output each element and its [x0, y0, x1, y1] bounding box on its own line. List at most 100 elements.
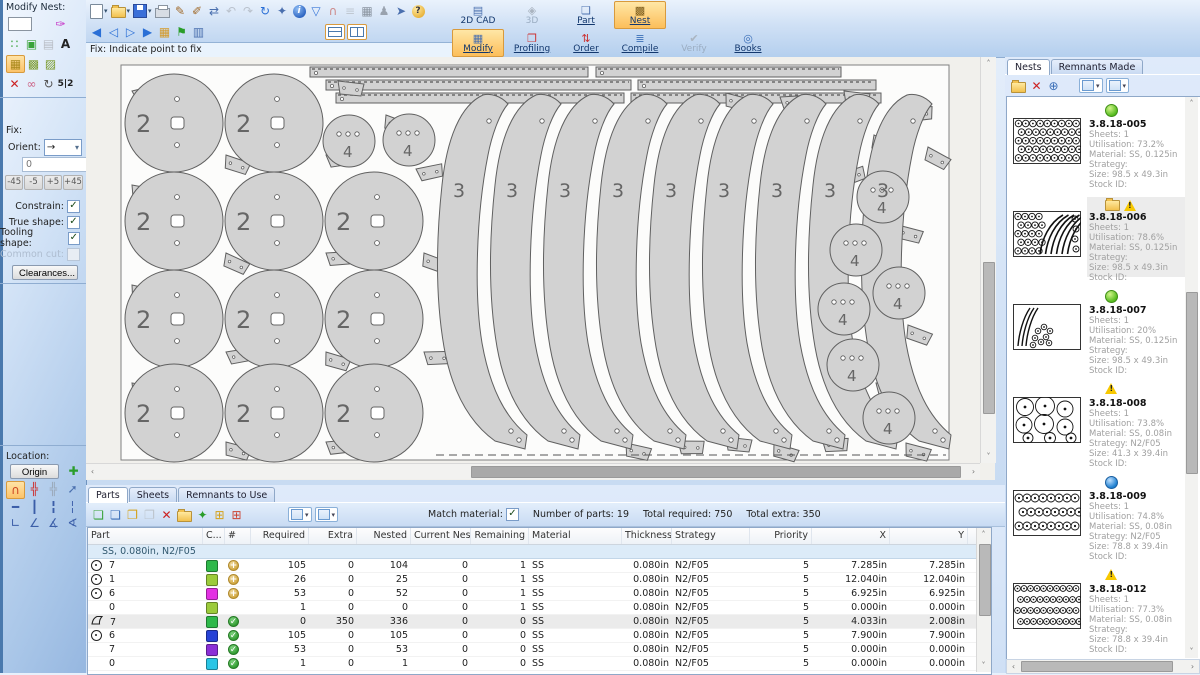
material-group-row[interactable]: SS, 0.080in, N2/F05 [88, 545, 991, 559]
scroll-down-arrow[interactable]: ˅ [977, 659, 990, 672]
draw-icon[interactable]: ✎ [172, 3, 189, 19]
nest-part-large-disc[interactable]: 2 [125, 172, 223, 270]
column-header-x[interactable]: X [812, 528, 890, 544]
open-part-icon[interactable]: ❏ [107, 507, 124, 523]
prev-nest-icon[interactable]: ◁ [105, 24, 122, 40]
column-header-extra[interactable]: Extra [309, 528, 357, 544]
manual-nest-icon[interactable]: ▦ [6, 55, 25, 73]
align-vertical-icon[interactable]: ┃ [25, 499, 44, 515]
nest-part-large-disc[interactable]: 2 [225, 172, 323, 270]
nest-list-item[interactable]: 3.8.18-009Sheets: 1Utilisation: 74.8%Mat… [1007, 469, 1200, 562]
nest-part-strip[interactable] [596, 67, 841, 77]
block-nest-icon[interactable]: ▨ [42, 56, 59, 72]
info-icon[interactable]: i [293, 5, 306, 18]
split-icon[interactable]: 5|2 [57, 76, 74, 92]
delete-nest-icon[interactable]: ✕ [1028, 78, 1045, 94]
parts-table-vscroll-thumb[interactable] [979, 544, 991, 616]
view-large-icons-button[interactable]: ▾ [1079, 78, 1103, 93]
measure-icon[interactable]: ✦ [274, 3, 291, 19]
nest-thumbnail[interactable] [1013, 397, 1081, 443]
dropdown-arrow-icon[interactable]: ▾ [148, 7, 152, 15]
cad-2d-button[interactable]: ▤2D CAD [452, 1, 504, 29]
split-horizontal-button[interactable] [325, 24, 345, 40]
nest-list-hscrollbar[interactable]: ‹ › [1006, 659, 1200, 674]
scroll-down-arrow[interactable]: ˅ [1185, 645, 1198, 658]
nest-part-large-disc[interactable]: 2 [225, 364, 323, 462]
nest-part-small-disc[interactable]: 4 [863, 392, 915, 444]
dropdown-arrow-icon[interactable]: ▾ [104, 7, 108, 15]
grid-remove-icon[interactable]: ⊞ [228, 507, 245, 523]
column-header-required[interactable]: Required [251, 528, 309, 544]
canvas-hscroll-thumb[interactable] [471, 466, 961, 478]
nest-part-small-disc[interactable]: 4 [323, 115, 375, 167]
nest-part-small-disc[interactable]: 4 [830, 224, 882, 276]
nest-part-large-disc[interactable]: 2 [225, 74, 323, 172]
part-button[interactable]: ❏Part [560, 1, 612, 29]
import-part-icon[interactable]: ❐ [124, 507, 141, 523]
column-header-nested[interactable]: Nested [357, 528, 411, 544]
scroll-right-arrow[interactable]: › [967, 465, 980, 478]
tab-sheets[interactable]: Sheets [129, 487, 177, 502]
nest-list-item[interactable]: 3.8.18-012Sheets: 1Utilisation: 77.3%Mat… [1007, 562, 1200, 655]
rotate-+5-button[interactable]: +5 [44, 175, 62, 190]
origin-button[interactable]: Origin [10, 464, 59, 479]
modify-button[interactable]: ▦Modify [452, 29, 504, 57]
nest-list-item[interactable]: 3.8.18-007Sheets: 1Utilisation: 20%Mater… [1007, 283, 1200, 376]
scroll-left-arrow[interactable]: ‹ [1007, 660, 1020, 673]
nest-list-item[interactable]: 3.8.18-006Sheets: 1Utilisation: 78.6%Mat… [1007, 190, 1200, 283]
nest-part-strip[interactable] [326, 80, 631, 90]
tab-remnants-to-use[interactable]: Remnants to Use [178, 487, 275, 502]
nest-part-small-disc[interactable]: 4 [827, 339, 879, 391]
column-header-thickness[interactable]: Thickness [622, 528, 672, 544]
nest-button[interactable]: ▩Nest [614, 1, 666, 29]
nest-canvas[interactable]: 4444444422222222222333333333 [86, 57, 980, 463]
align-offset-v-icon[interactable]: ╎ [63, 499, 82, 515]
sketch-icon[interactable]: ✐ [189, 3, 206, 19]
nest-list-hscroll-thumb[interactable] [1021, 661, 1173, 672]
redo-icon[interactable]: ↷ [240, 3, 257, 19]
nest-list-item[interactable]: 3.8.18-008Sheets: 1Utilisation: 73.8%Mat… [1007, 376, 1200, 469]
snap-magnet-icon[interactable]: ∩ [6, 481, 25, 499]
grid-edit-icon[interactable]: ⊞ [211, 507, 228, 523]
delete-part-icon[interactable]: ✕ [6, 76, 23, 92]
print-icon[interactable] [155, 8, 170, 18]
nest-thumbnail[interactable] [1013, 118, 1081, 164]
constrain-checkbox[interactable]: ✓ [67, 200, 80, 213]
grid-red-icon[interactable]: ╬ [25, 481, 44, 497]
nest-thumbnail[interactable] [1013, 490, 1081, 536]
tab-nests[interactable]: Nests [1007, 59, 1050, 75]
next-nest-icon[interactable]: ▷ [122, 24, 139, 40]
scroll-up-arrow[interactable]: ˄ [1185, 97, 1198, 110]
table-row[interactable]: 1+2602501SS0.080inN2/F05512.040in12.040i… [88, 573, 991, 587]
pointer-help-icon[interactable]: ➤ [393, 3, 410, 19]
verify-button[interactable]: ✔Verify [668, 29, 720, 57]
nest-part-large-disc[interactable]: 2 [125, 364, 223, 462]
nest-part-large-disc[interactable]: 2 [325, 270, 423, 368]
magnet-icon[interactable]: ∩ [325, 3, 342, 19]
angle-input[interactable]: 0 [22, 157, 88, 172]
nest-list-vscrollbar[interactable]: ˄ ˅ [1185, 97, 1198, 658]
align-horizontal-icon[interactable]: ━ [6, 499, 25, 515]
table-row[interactable]: 7✓5305300SS0.080inN2/F0550.000in0.000in [88, 643, 991, 657]
nest-part-filler[interactable] [338, 81, 364, 96]
table-row[interactable]: 010001SS0.080inN2/F0550.000in0.000in [88, 601, 991, 615]
task-flag-icon[interactable]: ⚑ [173, 24, 190, 40]
true-shape-checkbox[interactable]: ✓ [67, 216, 80, 229]
last-nest-icon[interactable]: ▶ [139, 24, 156, 40]
nest-part-large-disc[interactable]: 2 [325, 364, 423, 462]
clearances-button[interactable]: Clearances... [12, 265, 78, 280]
nest-part-large-disc[interactable]: 2 [325, 172, 423, 270]
nest-part-small-disc[interactable]: 4 [383, 114, 435, 166]
canvas-vscroll-thumb[interactable] [983, 262, 995, 414]
corner-snap-icon[interactable]: ∟ [6, 515, 25, 531]
nest-list-vscroll-thumb[interactable] [1186, 292, 1198, 474]
table-row[interactable]: 6+5305201SS0.080inN2/F0556.925in6.925in [88, 587, 991, 601]
rotate-part-icon[interactable]: ↻ [40, 76, 57, 92]
undo-icon[interactable]: ↶ [223, 3, 240, 19]
array-nest-icon[interactable]: ▩ [25, 56, 42, 72]
scroll-down-arrow[interactable]: ˅ [982, 450, 995, 463]
delete-part-icon[interactable]: ✕ [158, 507, 175, 523]
angle-measure-icon[interactable]: ∡ [44, 515, 63, 531]
parts-table-vscrollbar[interactable]: ˄ ˅ [976, 528, 991, 672]
view-large-icons-button[interactable]: ▾ [288, 507, 312, 522]
